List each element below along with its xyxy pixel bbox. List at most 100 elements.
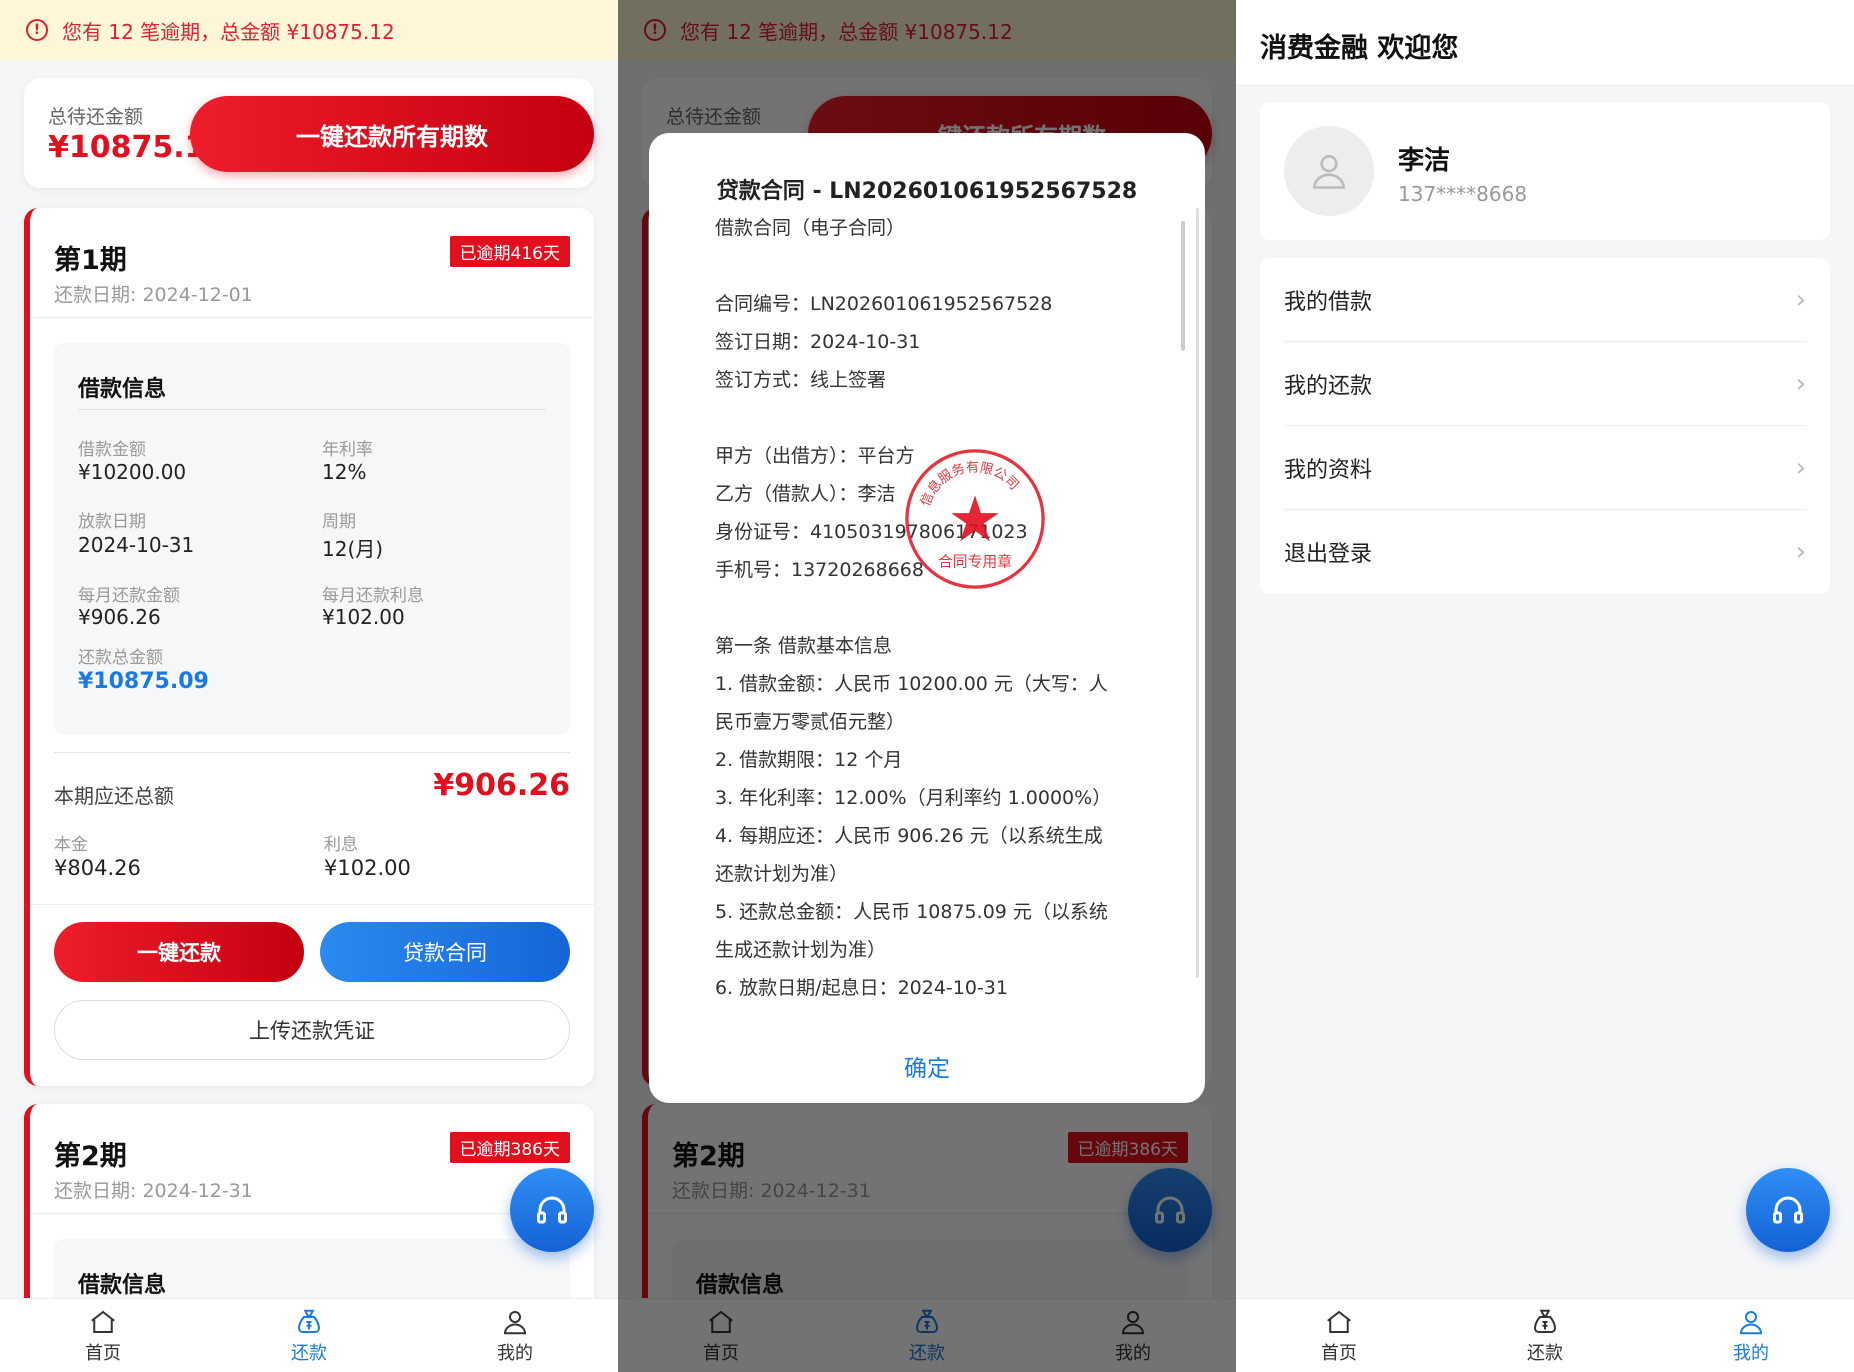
user-name: 李洁 [1398, 146, 1451, 176]
tab-repay[interactable]: 还款 [1442, 1299, 1648, 1372]
contract-line: 签订日期：2024-10-31 [715, 331, 921, 353]
overdue-notice-text: 您有 12 笔逾期，总金额 ¥10875.12 [62, 19, 395, 44]
period-header: 第1期 还款日期: 2024-12-01 已逾期416天 [30, 208, 594, 318]
page-header: 消费金融 欢迎您 [1236, 0, 1854, 86]
overdue-badge: 已逾期386天 [449, 1132, 570, 1163]
monthly-value: ¥906.26 [78, 605, 161, 629]
tab-label: 首页 [1321, 1342, 1357, 1364]
customer-service-button[interactable] [510, 1168, 594, 1252]
tab-label: 我的 [1733, 1342, 1769, 1364]
rate-value: 12% [322, 460, 367, 484]
contract-line: 2. 借款期限：12 个月 [715, 749, 903, 771]
divider [30, 904, 594, 905]
tab-bar: 首页 还款 我的 [1236, 1298, 1854, 1372]
profile-screen: 消费金融 欢迎您 李洁 137****8668 我的借款 › 我的还款 › 我的… [1236, 0, 1854, 1372]
tab-mine[interactable]: 我的 [412, 1299, 618, 1372]
contract-line: 4. 每期应还：人民币 906.26 元（以系统生成 [715, 825, 1103, 847]
contract-line: 生成还款计划为准） [715, 939, 887, 961]
money-bag-icon [1533, 1309, 1557, 1333]
cycle-value: 12(月) [322, 537, 384, 561]
user-placeholder-icon [1313, 155, 1345, 189]
chevron-right-icon: › [1795, 368, 1806, 399]
contract-line: 合同编号：LN202601061952567528 [715, 293, 1053, 315]
disburse-date-label: 放款日期 [78, 512, 146, 532]
contract-line: 还款计划为准） [715, 863, 849, 885]
tab-home[interactable]: 首页 [1236, 1299, 1442, 1372]
period-date: 还款日期: 2024-12-01 [54, 284, 253, 306]
contract-line: 1. 借款金额：人民币 10200.00 元（大写：人 [715, 673, 1108, 695]
overdue-notice[interactable]: ! 您有 12 笔逾期，总金额 ¥10875.12 [0, 0, 618, 60]
divider [78, 409, 546, 410]
pay-all-button[interactable]: 一键还款所有期数 [190, 96, 594, 172]
contract-line: 6. 放款日期/起息日：2024-10-31 [715, 977, 1008, 999]
pay-now-button[interactable]: 一键还款 [54, 922, 304, 982]
period-title: 第1期 [54, 245, 127, 276]
contract-text[interactable]: 借款合同（电子合同） 合同编号：LN202601061952567528 签订日期：… [715, 209, 1155, 1007]
profile-menu: 我的借款 › 我的还款 › 我的资料 › 退出登录 › [1260, 258, 1830, 594]
tab-label: 还款 [291, 1342, 327, 1364]
chevron-right-icon: › [1795, 537, 1806, 567]
tab-mine[interactable]: 我的 [1648, 1299, 1854, 1372]
scrollbar[interactable] [1181, 221, 1185, 351]
loan-info-box: 借款信息 借款金额 ¥10200.00 年利率 12% 放款日期 2024-10… [54, 343, 570, 735]
profile-card[interactable]: 李洁 137****8668 [1260, 102, 1830, 240]
loan-amount-label: 借款金额 [78, 440, 146, 460]
upload-receipt-button[interactable]: 上传还款凭证 [54, 1000, 570, 1060]
headset-icon [1773, 1196, 1803, 1224]
page-title: 消费金融 欢迎您 [1260, 33, 1459, 64]
menu-item-my-repayments[interactable]: 我的还款 › [1284, 342, 1806, 426]
customer-service-button[interactable] [1746, 1168, 1830, 1252]
total-repay-label: 还款总金额 [78, 648, 163, 668]
repayment-screen: ! 您有 12 笔逾期，总金额 ¥10875.12 总待还金额 ¥10875.1… [0, 0, 618, 1372]
tab-label: 还款 [1527, 1342, 1563, 1364]
contract-button[interactable]: 贷款合同 [320, 922, 570, 982]
contract-line: 民币壹万零贰佰元整） [715, 711, 906, 733]
interest-value: ¥102.00 [324, 856, 411, 880]
money-bag-icon [297, 1309, 321, 1333]
total-repay-value: ¥10875.09 [78, 669, 209, 694]
home-icon [91, 1310, 115, 1333]
monthly-interest-label: 每月还款利息 [322, 586, 424, 606]
tab-label: 我的 [497, 1342, 533, 1364]
menu-item-logout[interactable]: 退出登录 › [1284, 510, 1806, 594]
menu-item-my-profile[interactable]: 我的资料 › [1284, 426, 1806, 510]
menu-item-label: 我的借款 [1284, 289, 1373, 315]
avatar [1284, 126, 1374, 216]
seal-text: 合同专用章 [938, 552, 1012, 570]
contract-modal: 贷款合同 - LN202601061952567528 借款合同（电子合同） 合同… [649, 133, 1205, 1103]
loan-info-title: 借款信息 [78, 377, 167, 402]
chevron-right-icon: › [1795, 284, 1806, 315]
contract-line: 第一条 借款基本信息 [715, 635, 893, 657]
loan-amount-value: ¥10200.00 [78, 460, 187, 484]
scrollbar-track [1196, 208, 1199, 978]
total-due-card: 总待还金额 ¥10875.12 一键还款所有期数 [24, 78, 594, 188]
alert-icon: ! [26, 19, 48, 41]
tab-bar: 首页 还款 我的 [0, 1298, 618, 1372]
overdue-badge: 已逾期416天 [449, 236, 570, 267]
monthly-interest-value: ¥102.00 [322, 605, 405, 629]
confirm-button[interactable]: 确定 [649, 1049, 1205, 1083]
menu-item-label: 我的还款 [1284, 373, 1373, 399]
interest-label: 利息 [324, 835, 358, 855]
period-title: 第2期 [54, 1141, 127, 1172]
total-due-label: 总待还金额 [48, 106, 144, 128]
tab-home[interactable]: 首页 [0, 1299, 206, 1372]
contract-line: 借款合同（电子合同） [715, 217, 906, 239]
tab-repay[interactable]: 还款 [206, 1299, 412, 1372]
tab-label: 首页 [85, 1342, 121, 1364]
company-seal-icon: 信息服务有限公司 合同专用章 [905, 449, 1045, 589]
home-icon [1327, 1310, 1351, 1333]
menu-item-label: 退出登录 [1284, 542, 1373, 567]
headset-icon [537, 1196, 567, 1224]
user-icon [1739, 1310, 1763, 1334]
principal-label: 本金 [54, 835, 88, 855]
monthly-label: 每月还款金额 [78, 586, 180, 606]
contract-modal-screen: ! 您有 12 笔逾期，总金额 ¥10875.12 总待还金额 一键还款所有期数… [618, 0, 1236, 1372]
menu-item-my-loans[interactable]: 我的借款 › [1284, 258, 1806, 342]
user-phone: 137****8668 [1398, 182, 1528, 206]
loan-info-title: 借款信息 [78, 1273, 167, 1298]
divider [54, 752, 570, 753]
